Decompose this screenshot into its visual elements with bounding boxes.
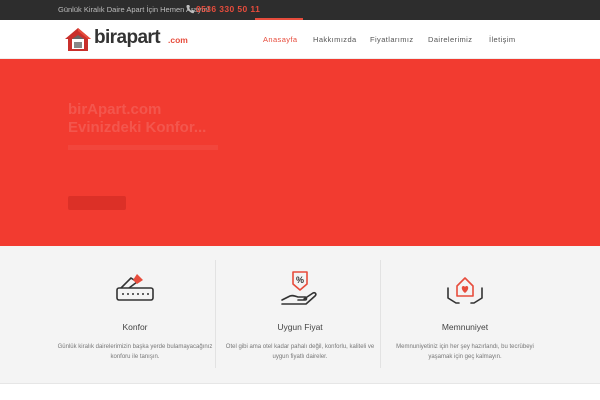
house-logo-icon [65,28,91,51]
hero-slider[interactable]: birApart.com Evinizdeki Konfor... [0,59,600,246]
feature-konfor: Konfor Günlük kiralık dairelerimizin baş… [52,246,218,383]
nav-item-fiyatlarimiz[interactable]: Fiyatlarımız [370,35,414,44]
phone-icon [186,5,194,14]
nav-item-anasayfa[interactable]: Anasayfa [263,35,297,44]
feature-title: Uygun Fiyat [277,322,323,332]
logo-brand-text: birapart [94,27,161,48]
site-logo[interactable]: birapart .com [64,26,194,54]
nav-item-hakkimizda[interactable]: Hakkımızda [313,35,357,44]
hero-title: birApart.com Evinizdeki Konfor... [68,101,206,137]
feature-description: Memnuniyetiniz için her şey hazırlandı, … [396,344,534,360]
feature-title: Konfor [122,322,148,332]
feature-divider [380,260,381,368]
next-section-edge [0,383,600,400]
logo-domain-suffix: .com [168,35,188,45]
hero-title-line-1: birApart.com [68,101,162,118]
hero-cta-button[interactable] [68,196,126,210]
topbar-phone-number[interactable]: 0536 330 50 11 [196,4,260,14]
feature-memnuniyet: Memnuniyet Memnuniyetiniz için her şey h… [382,246,548,383]
feature-description: Günlük kiralık dairelerimizin başka yerd… [57,344,213,360]
nav-item-dairelerimiz[interactable]: Dairelerimiz [428,35,472,44]
features-section: Konfor Günlük kiralık dairelerimizin baş… [0,246,600,383]
feature-description: Otel gibi ama otel kadar pahalı değil, k… [225,344,375,360]
hero-subtitle-placeholder [68,145,218,150]
svg-text:%: % [296,275,304,285]
nav-item-iletisim[interactable]: İletişim [489,35,516,44]
feature-title: Memnuniyet [441,322,489,332]
site-header: birapart .com Anasayfa Hakkımızda Fiyatl… [0,20,600,59]
comfort-mattress-icon [116,274,154,301]
hero-title-line-2: Evinizdeki Konfor... [68,119,207,136]
feature-divider [215,260,216,368]
feature-uygun-fiyat: % Uygun Fiyat Otel gibi ama otel kadar p… [217,246,383,383]
satisfaction-home-heart-icon [447,277,483,304]
top-bar: Günlük Kiralık Daire Apart İçin Hemen Ar… [0,0,600,20]
discount-price-hand-icon: % [281,271,317,305]
